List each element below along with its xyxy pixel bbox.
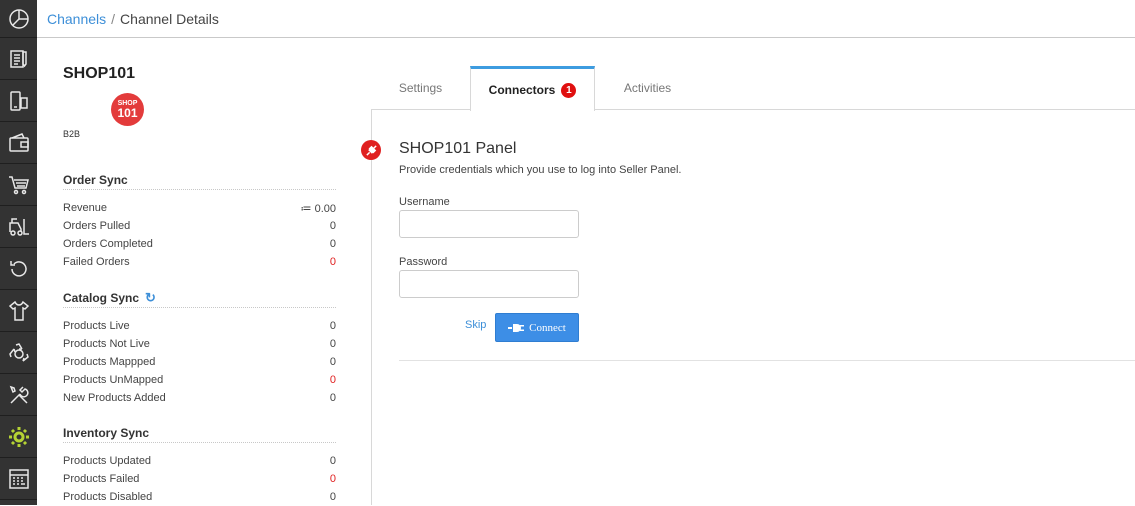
tab-settings-label: Settings <box>398 81 443 95</box>
stat-row: Products Failed 0 <box>63 470 336 488</box>
stat-value: 0 <box>329 320 336 332</box>
connect-button-label: Connect <box>529 321 566 334</box>
catalog-sync-section: Catalog Sync ↻ Products Live 0 Products N… <box>63 288 336 407</box>
order-sync-heading: Order Sync <box>63 170 336 190</box>
stat-label: Products Failed <box>63 473 140 485</box>
stat-label: Products Disabled <box>63 491 153 503</box>
stat-value: 0 <box>329 356 336 368</box>
returns-icon[interactable] <box>0 248 37 290</box>
inventory-sync-title: Inventory Sync <box>63 425 150 440</box>
stat-value: 0 <box>329 455 336 467</box>
stat-value: 0 <box>329 392 336 404</box>
password-label: Password <box>399 256 448 268</box>
dashboard-icon[interactable] <box>0 0 37 38</box>
stat-label: Orders Completed <box>63 238 153 250</box>
username-field[interactable] <box>399 210 579 238</box>
stat-row: New Products Added 0 <box>63 389 336 407</box>
channel-detail-main: Settings Connectors 1 Activities SHOP101… <box>361 38 1135 505</box>
tab-connectors[interactable]: Connectors 1 <box>470 66 595 111</box>
panel-subtitle: Provide credentials which you use to log… <box>399 164 682 176</box>
order-sync-title: Order Sync <box>63 172 128 187</box>
stat-label: Products Mappped <box>63 356 156 368</box>
catalog-sync-heading: Catalog Sync ↻ <box>63 288 336 308</box>
stat-value: 0 <box>329 256 336 268</box>
orders-icon[interactable] <box>0 38 37 80</box>
inventory-sync-section: Inventory Sync Products Updated 0 Product… <box>63 423 336 506</box>
stat-row: Orders Pulled 0 <box>63 217 336 235</box>
panel-title: SHOP101 Panel <box>399 140 517 157</box>
tab-bar: Settings Connectors 1 Activities <box>371 66 1135 111</box>
devices-icon[interactable] <box>0 80 37 122</box>
stat-row: Products Mappped 0 <box>63 353 336 371</box>
wallet-icon[interactable] <box>0 122 37 164</box>
sidebar-nav <box>0 0 37 505</box>
calculator-icon[interactable] <box>0 458 37 500</box>
stat-value: 0 <box>329 220 336 232</box>
breadcrumb-channels-link[interactable]: Channels <box>47 11 106 27</box>
stat-label: Products Live <box>63 320 130 332</box>
breadcrumb-separator: / <box>111 10 116 27</box>
plug-disconnected-icon <box>361 140 381 160</box>
cart-icon[interactable] <box>0 164 37 206</box>
refresh-icon[interactable]: ↻ <box>145 290 156 306</box>
tab-activities[interactable]: Activities <box>595 66 700 110</box>
stat-row: Revenue ≔ 0.00 <box>63 199 336 217</box>
tab-activities-label: Activities <box>623 81 672 95</box>
stat-value: 0 <box>329 491 336 503</box>
stat-label: Products Not Live <box>63 338 150 350</box>
stat-label: New Products Added <box>63 392 166 404</box>
stat-value: 0 <box>329 238 336 250</box>
stat-row: Products Disabled 0 <box>63 488 336 506</box>
stat-label: Products UnMapped <box>63 374 164 386</box>
stat-value: 0 <box>329 338 336 350</box>
stat-label: Products Updated <box>63 455 152 467</box>
stat-label: Orders Pulled <box>63 220 131 232</box>
password-field[interactable] <box>399 270 579 298</box>
settings-icon[interactable] <box>0 416 37 458</box>
recycle-icon[interactable] <box>0 332 37 374</box>
stat-value: 0 <box>329 473 336 485</box>
stat-row: Products UnMapped 0 <box>63 371 336 389</box>
tools-icon[interactable] <box>0 374 37 416</box>
stat-row: Orders Completed 0 <box>63 235 336 253</box>
catalog-sync-title: Catalog Sync <box>63 290 140 305</box>
panel-border <box>371 110 372 505</box>
stat-label: Revenue <box>63 202 108 214</box>
channel-logo: SHOP 101 <box>111 93 144 126</box>
stat-row: Failed Orders 0 <box>63 253 336 271</box>
channel-logo-text-bottom: 101 <box>117 106 138 120</box>
apparel-icon[interactable] <box>0 290 37 332</box>
channel-type: B2B <box>63 129 81 139</box>
breadcrumb-current: Channel Details <box>120 10 219 27</box>
inventory-sync-heading: Inventory Sync <box>63 423 336 443</box>
plug-icon <box>508 323 525 332</box>
stat-row: Products Live 0 <box>63 317 336 335</box>
stat-row: Products Not Live 0 <box>63 335 336 353</box>
channel-name: SHOP101 <box>63 65 136 82</box>
skip-link[interactable]: Skip <box>465 319 486 331</box>
stat-value: 0 <box>329 374 336 386</box>
notification-badge: 1 <box>561 82 577 98</box>
breadcrumb: Channels / Channel Details <box>37 0 1135 38</box>
stat-value: ≔ 0.00 <box>300 202 336 215</box>
forklift-icon[interactable] <box>0 206 37 248</box>
connect-button[interactable]: Connect <box>495 313 579 342</box>
stat-row: Products Updated 0 <box>63 452 336 470</box>
stat-label: Failed Orders <box>63 256 130 268</box>
order-sync-section: Order Sync Revenue ≔ 0.00 Orders Pulled 0 … <box>63 170 336 271</box>
tab-connectors-label: Connectors <box>488 83 556 97</box>
tab-settings[interactable]: Settings <box>371 66 470 110</box>
username-label: Username <box>399 196 450 208</box>
divider <box>399 360 1135 361</box>
